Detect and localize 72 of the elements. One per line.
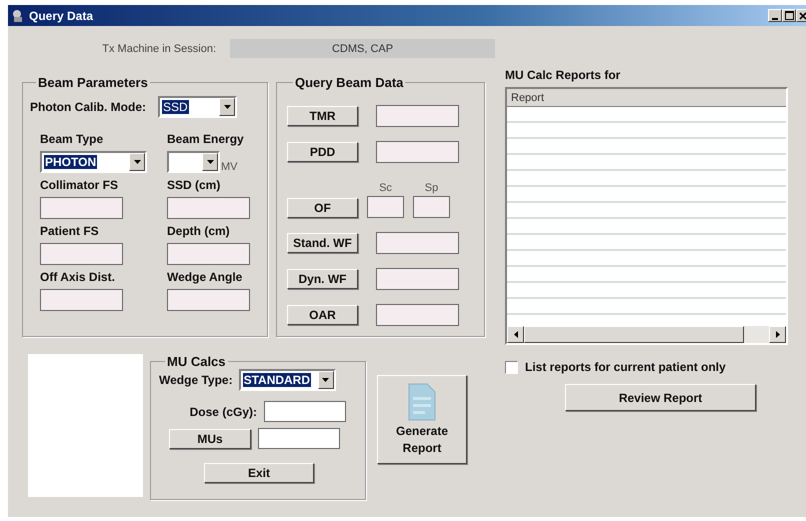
field-label: Depth (cm)	[167, 224, 231, 238]
input-field[interactable]	[258, 428, 340, 449]
field-label: Wedge Angle	[167, 270, 244, 284]
dropdown[interactable]	[167, 151, 220, 173]
scroll-right-button[interactable]	[769, 326, 786, 343]
group-title: Query Beam Data	[294, 75, 404, 90]
field-label: Dose (cGy):	[188, 404, 257, 418]
minimize-button[interactable]	[768, 9, 782, 22]
input-field[interactable]	[167, 243, 250, 265]
calib-mode-dropdown[interactable]: SSD	[158, 96, 237, 118]
input-field[interactable]	[367, 196, 404, 218]
field-label: Collimator FS	[40, 178, 120, 192]
field-label: SSD (cm)	[167, 178, 222, 192]
input-field[interactable]	[167, 197, 250, 219]
right-arrow-icon	[776, 331, 780, 338]
horizontal-scrollbar[interactable]	[507, 326, 786, 343]
input-field[interactable]	[376, 141, 459, 163]
exit-button[interactable]: Exit	[204, 463, 314, 483]
close-icon	[799, 12, 806, 20]
query-button[interactable]: OF	[287, 198, 358, 218]
session-field: CDMS, CAP	[230, 39, 495, 58]
query-button[interactable]: Stand. WF	[287, 233, 358, 253]
scroll-thumb[interactable]	[524, 326, 744, 343]
field-label: Photon Calib. Mode:	[30, 100, 146, 114]
query-button[interactable]: TMR	[287, 106, 358, 126]
caret-icon	[206, 160, 214, 164]
query-button[interactable]: Dyn. WF	[287, 269, 358, 289]
caret-icon	[134, 160, 140, 164]
field-label: Patient FS	[40, 224, 100, 238]
field-label: Beam Type	[40, 132, 104, 146]
input-field[interactable]	[376, 105, 459, 127]
input-field[interactable]	[40, 243, 123, 265]
input-field[interactable]	[376, 268, 459, 290]
input-field[interactable]	[167, 289, 250, 311]
caret-icon	[224, 105, 230, 109]
field-label: Wedge Type:	[159, 373, 233, 387]
input-field[interactable]	[376, 232, 459, 254]
group-title: Beam Parameters	[37, 75, 149, 90]
minimize-icon	[772, 18, 778, 20]
app-icon	[11, 8, 25, 22]
field-label: Off Axis Dist.	[40, 270, 116, 284]
query-button[interactable]: PDD	[287, 142, 358, 162]
input-field[interactable]	[413, 196, 450, 218]
input-field[interactable]	[40, 289, 123, 311]
input-field[interactable]	[376, 304, 459, 326]
wedge-type-dropdown[interactable]: STANDARD	[238, 369, 336, 391]
field-label: Sp	[424, 182, 438, 194]
input-field[interactable]	[40, 197, 123, 219]
group-title: MU Calcs	[166, 354, 227, 369]
report-list[interactable]: Report	[505, 87, 788, 345]
column-header[interactable]: Report	[507, 92, 544, 104]
session-label: Tx Machine in Session:	[101, 42, 217, 54]
review-report-button[interactable]: Review Report	[565, 384, 756, 411]
dropdown[interactable]: PHOTON	[40, 151, 147, 173]
maximize-button[interactable]	[782, 9, 796, 22]
query-button[interactable]: OAR	[287, 305, 358, 325]
checkbox-label[interactable]: List reports for current patient only	[525, 360, 726, 374]
window-title: Query Data	[29, 8, 94, 22]
field-label: Beam Energy	[167, 132, 245, 146]
maximize-icon	[784, 11, 794, 20]
left-arrow-icon	[514, 331, 518, 338]
field-label: Sc	[379, 182, 392, 194]
document-icon	[408, 383, 436, 422]
generate-report-button[interactable]: Generate Report	[377, 375, 467, 464]
scroll-left-button[interactable]	[507, 326, 524, 343]
input-field[interactable]	[264, 401, 346, 422]
caret-icon	[322, 378, 330, 382]
checkbox[interactable]	[505, 360, 518, 374]
unit-label: MV	[221, 161, 238, 173]
close-button[interactable]	[796, 9, 806, 22]
reports-title: MU Calc Reports for	[505, 68, 622, 82]
mus-button[interactable]: MUs	[169, 428, 251, 448]
